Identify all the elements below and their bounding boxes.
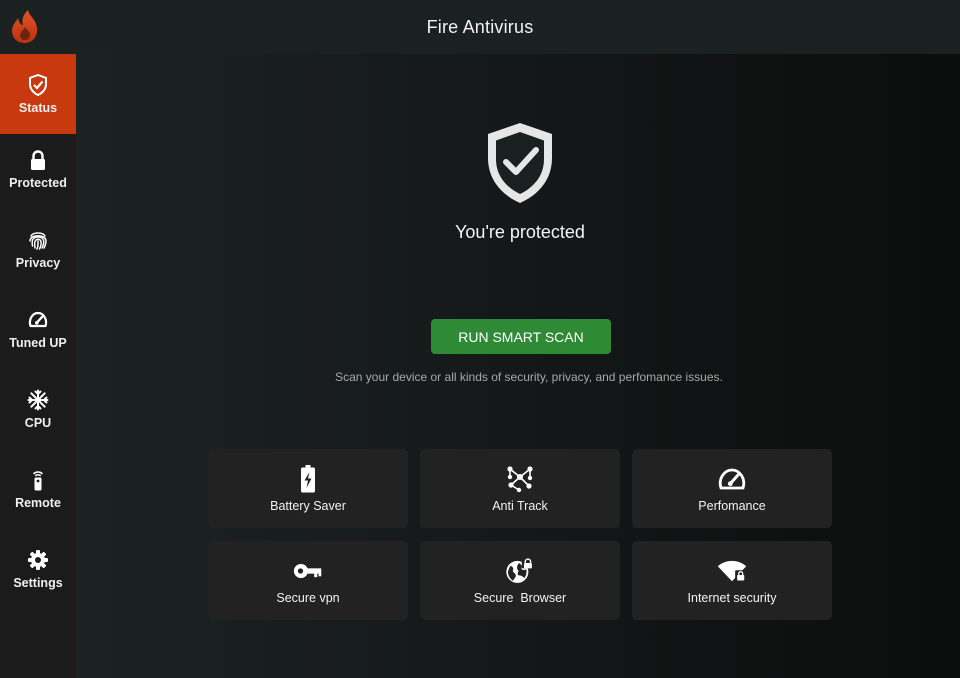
sidebar-item-settings[interactable]: Settings	[0, 529, 76, 609]
key-icon	[293, 557, 323, 585]
gear-icon	[27, 549, 49, 571]
shield-check-icon	[488, 123, 552, 203]
speedometer-icon	[717, 465, 747, 493]
tile-label: Perfomance	[698, 499, 766, 513]
fingerprint-icon	[27, 229, 49, 251]
secure-vpn-tile[interactable]: Secure vpn	[208, 541, 408, 620]
status-text: You're protected	[455, 222, 585, 242]
tile-label: Secure vpn	[276, 591, 340, 605]
tile-label: Anti Track	[492, 499, 548, 513]
main-panel: You're protected RUN SMART SCAN Scan you…	[76, 54, 960, 678]
sidebar-item-privacy[interactable]: Privacy	[0, 209, 76, 289]
battery-saver-tile[interactable]: Battery Saver	[208, 449, 408, 528]
tile-label: Internet security	[687, 591, 777, 605]
scan-description: Scan your device or all kinds of securit…	[335, 370, 723, 384]
globe-lock-icon	[505, 557, 535, 585]
remote-icon	[27, 469, 49, 491]
lock-icon	[27, 149, 49, 171]
sidebar-item-label: Protected	[9, 175, 67, 190]
flame-logo-icon	[12, 10, 38, 43]
tile-label: Battery Saver	[270, 499, 346, 513]
internet-security-tile[interactable]: Internet security	[632, 541, 832, 620]
sidebar-item-label: Settings	[13, 575, 63, 590]
sidebar-item-label: Tuned UP	[9, 335, 67, 350]
app-title: Fire Antivirus	[426, 16, 534, 37]
sidebar-item-tuned-up[interactable]: Tuned UP	[0, 289, 76, 369]
sidebar-item-label: Privacy	[15, 255, 61, 270]
sidebar-item-protected[interactable]: Protected	[0, 129, 76, 209]
network-nodes-icon	[505, 465, 535, 493]
sidebar-item-remote[interactable]: Remote	[0, 449, 76, 529]
snowflake-icon	[27, 389, 49, 411]
speedometer-icon	[27, 309, 49, 331]
sidebar-item-cpu[interactable]: CPU	[0, 369, 76, 449]
run-smart-scan-button[interactable]: RUN SMART SCAN	[431, 319, 611, 354]
battery-icon	[293, 465, 323, 493]
title-bar: Fire Antivirus	[0, 0, 960, 54]
performance-tile[interactable]: Perfomance	[632, 449, 832, 528]
wifi-lock-icon	[717, 557, 747, 585]
sidebar: Status Protected Privacy Tuned UP CPU Re…	[0, 54, 76, 678]
secure-browser-tile[interactable]: Secure Browser	[420, 541, 620, 620]
sidebar-item-label: Status	[18, 100, 58, 115]
anti-track-tile[interactable]: Anti Track	[420, 449, 620, 528]
sidebar-item-label: CPU	[24, 415, 52, 430]
shield-check-icon	[27, 73, 49, 96]
sidebar-item-status[interactable]: Status	[0, 54, 76, 134]
tile-label: Secure Browser	[473, 591, 567, 605]
sidebar-item-label: Remote	[15, 495, 61, 510]
